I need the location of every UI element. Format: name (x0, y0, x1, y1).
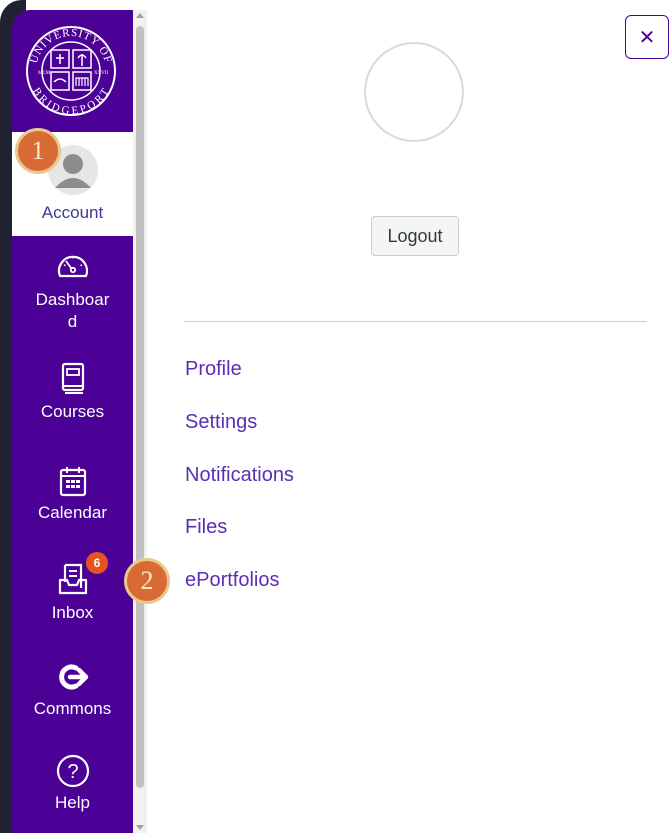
calendar-icon (59, 467, 86, 497)
logout-button[interactable]: Logout (371, 216, 459, 256)
svg-text:BRIDGEPORT: BRIDGEPORT (30, 86, 112, 117)
scroll-down-arrow-icon[interactable] (136, 825, 144, 830)
notifications-link[interactable]: Notifications (185, 463, 294, 487)
nav-item-inbox[interactable]: 6 Inbox (12, 550, 133, 642)
nav-label-inbox: Inbox (51, 603, 94, 622)
university-logo[interactable]: UNIVERSITY OF BRIDGEPORT MCM XXVII (24, 12, 118, 130)
nav-item-commons[interactable]: Commons (12, 652, 133, 742)
help-glyph: ? (67, 761, 78, 783)
help-icon: ? (56, 754, 89, 788)
nav-label-courses: Courses (40, 402, 105, 421)
nav-label-dashboard-wrap: d (67, 312, 78, 331)
nav-item-dashboard[interactable]: Dashboar d (12, 246, 133, 346)
nav-label-help: Help (55, 793, 90, 812)
nav-label-account: Account (41, 203, 104, 222)
logo-top-text: UNIVERSITY OF (28, 27, 113, 65)
book-icon (61, 362, 84, 394)
logo-year-right: XXVII (94, 71, 108, 76)
sidebar-scrollbar[interactable] (133, 10, 147, 833)
callout-2: 2 (124, 558, 170, 604)
nav-item-help[interactable]: ? Help (12, 744, 133, 830)
settings-link[interactable]: Settings (185, 410, 257, 434)
profile-link[interactable]: Profile (185, 357, 242, 381)
nav-label-commons: Commons (33, 699, 112, 718)
nav-item-calendar[interactable]: Calendar (12, 456, 133, 542)
callout-1: 1 (15, 128, 61, 174)
inbox-unread-badge: 6 (84, 550, 110, 576)
tray-divider (184, 321, 647, 322)
eportfolios-link[interactable]: ePortfolios (185, 568, 280, 592)
svg-text:UNIVERSITY OF: UNIVERSITY OF (28, 27, 114, 65)
commons-arrow-icon (58, 664, 88, 690)
nav-item-courses[interactable]: Courses (12, 354, 133, 446)
account-tray: ✕ Logout Profile Settings Notifications … (147, 10, 672, 833)
close-icon: ✕ (638, 25, 656, 49)
scroll-up-arrow-icon[interactable] (136, 13, 144, 18)
profile-avatar[interactable] (364, 42, 464, 142)
nav-label-dashboard: Dashboar (35, 290, 110, 309)
speedometer-icon (57, 255, 88, 278)
nav-label-calendar: Calendar (38, 503, 107, 522)
logo-bottom-text: BRIDGEPORT (30, 86, 111, 117)
files-link[interactable]: Files (185, 515, 227, 539)
scrollbar-thumb[interactable] (136, 26, 144, 788)
logo-year-left: MCM (38, 71, 51, 76)
app-frame: UNIVERSITY OF BRIDGEPORT MCM XXVII Accou… (0, 0, 672, 833)
close-tray-button[interactable]: ✕ (625, 15, 669, 59)
